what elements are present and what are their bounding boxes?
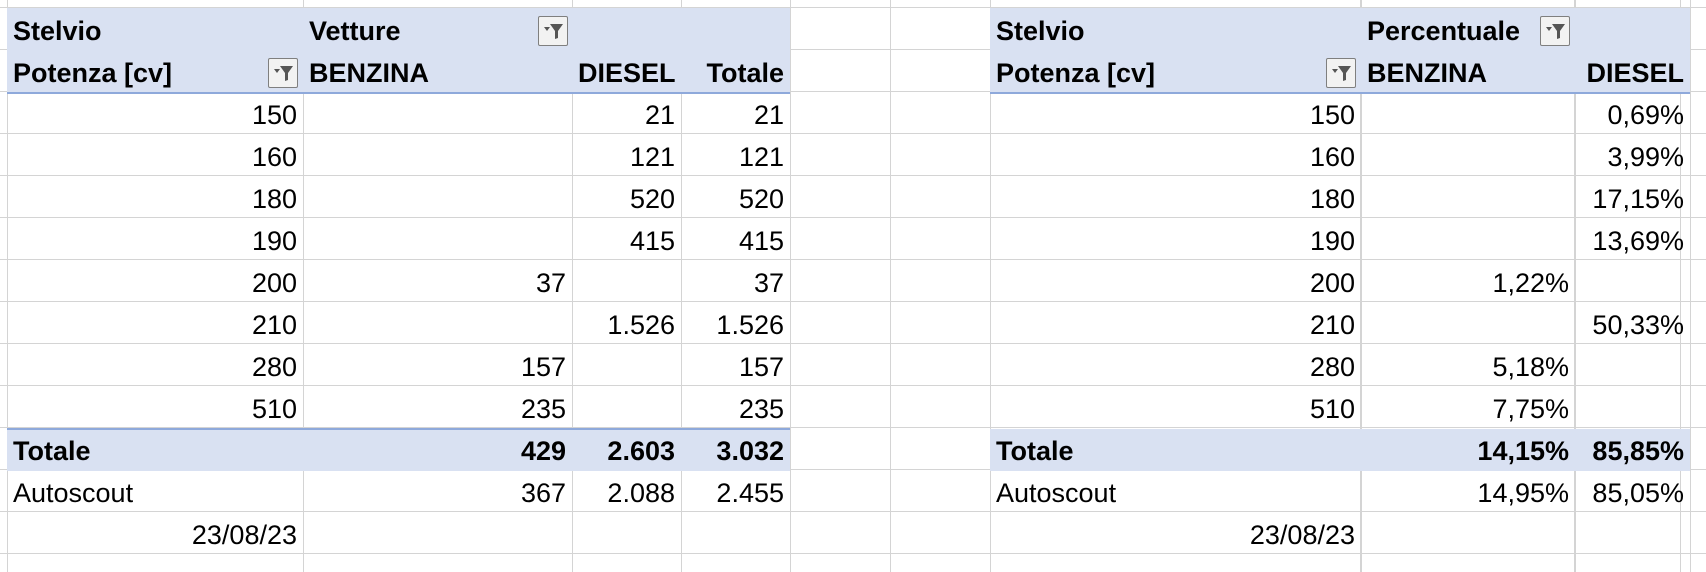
left-row-totale-cell[interactable]: 235	[681, 388, 790, 430]
right-row-label-cell[interactable]: 160	[990, 136, 1361, 178]
right-pivot-title[interactable]: Stelvio	[990, 10, 1361, 52]
left-row-label-cell[interactable]: 190	[7, 220, 303, 262]
left-autoscout-diesel[interactable]: 2.088	[572, 472, 681, 514]
left-row-benzina-cell[interactable]	[303, 136, 572, 178]
right-row-benzina-cell[interactable]: 5,18%	[1361, 346, 1575, 388]
right-row-diesel-cell[interactable]: 17,15%	[1575, 178, 1690, 220]
right-row-diesel-cell[interactable]	[1575, 262, 1690, 304]
right-row-diesel-cell[interactable]: 50,33%	[1575, 304, 1690, 346]
filter-dropdown-icon[interactable]	[538, 16, 568, 46]
right-col-diesel-header[interactable]: DIESEL	[1575, 52, 1690, 94]
left-row-field-header[interactable]: Potenza [cv]	[7, 52, 303, 94]
left-row-benzina-cell[interactable]	[303, 220, 572, 262]
left-row-label-cell[interactable]: 210	[7, 304, 303, 346]
left-row-totale-cell[interactable]: 121	[681, 136, 790, 178]
left-total-diesel[interactable]: 2.603	[572, 430, 681, 472]
right-row-label-cell[interactable]: 190	[990, 220, 1361, 262]
right-row-benzina-cell[interactable]	[1361, 304, 1575, 346]
right-row-label-cell[interactable]: 280	[990, 346, 1361, 388]
left-autoscout-label[interactable]: Autoscout	[7, 472, 303, 514]
left-row-benzina-cell[interactable]: 37	[303, 262, 572, 304]
left-row-benzina-cell[interactable]: 157	[303, 346, 572, 388]
right-date-cell[interactable]: 23/08/23	[990, 514, 1361, 556]
left-row-totale-cell[interactable]: 520	[681, 178, 790, 220]
left-pivot-values-header[interactable]: Vetture	[303, 10, 563, 52]
left-row-diesel-cell[interactable]	[572, 346, 681, 388]
left-autoscout-benzina[interactable]: 367	[303, 472, 572, 514]
right-row-diesel-cell[interactable]: 0,69%	[1575, 94, 1690, 136]
right-row-diesel-cell[interactable]: 3,99%	[1575, 136, 1690, 178]
right-total-diesel[interactable]: 85,85%	[1575, 430, 1690, 472]
left-row-label-cell[interactable]: 280	[7, 346, 303, 388]
left-row-totale-cell[interactable]: 157	[681, 346, 790, 388]
right-row-benzina-cell[interactable]	[1361, 136, 1575, 178]
left-row-diesel-cell[interactable]: 121	[572, 136, 681, 178]
right-row-label-cell[interactable]: 150	[990, 94, 1361, 136]
right-row-label-cell[interactable]: 200	[990, 262, 1361, 304]
left-row-diesel-cell[interactable]: 1.526	[572, 304, 681, 346]
left-row-totale-cell[interactable]: 415	[681, 220, 790, 262]
left-row-label-cell[interactable]: 160	[7, 136, 303, 178]
right-autoscout-diesel[interactable]: 85,05%	[1575, 472, 1690, 514]
left-row-benzina-cell[interactable]: 235	[303, 388, 572, 430]
right-total-label[interactable]: Totale	[990, 430, 1361, 472]
left-row-benzina-cell[interactable]	[303, 304, 572, 346]
right-autoscout-label[interactable]: Autoscout	[990, 472, 1361, 514]
right-row-benzina-cell[interactable]	[1361, 178, 1575, 220]
right-row-benzina-cell[interactable]: 1,22%	[1361, 262, 1575, 304]
right-row-field-header[interactable]: Potenza [cv]	[990, 52, 1361, 94]
left-row-label-cell[interactable]: 510	[7, 388, 303, 430]
left-pivot-title[interactable]: Stelvio	[7, 10, 303, 52]
left-total-totale[interactable]: 3.032	[681, 430, 790, 472]
right-row-diesel-cell[interactable]: 13,69%	[1575, 220, 1690, 262]
left-row-benzina-cell[interactable]	[303, 178, 572, 220]
right-row-benzina-cell[interactable]	[1361, 94, 1575, 136]
left-row-diesel-cell[interactable]: 520	[572, 178, 681, 220]
left-row-benzina-cell[interactable]	[303, 94, 572, 136]
left-total-label[interactable]: Totale	[7, 430, 303, 472]
right-row-benzina-cell[interactable]: 7,75%	[1361, 388, 1575, 430]
left-row-totale-cell[interactable]: 1.526	[681, 304, 790, 346]
left-col-benzina-header[interactable]: BENZINA	[303, 52, 572, 94]
left-col-diesel-header[interactable]: DIESEL	[572, 52, 681, 94]
left-row-label-cell[interactable]: 150	[7, 94, 303, 136]
left-row-diesel-cell[interactable]: 415	[572, 220, 681, 262]
left-row-label-cell[interactable]: 180	[7, 178, 303, 220]
right-row-benzina-cell[interactable]	[1361, 220, 1575, 262]
left-date-cell[interactable]: 23/08/23	[7, 514, 303, 556]
left-row-diesel-cell[interactable]	[572, 262, 681, 304]
left-row-diesel-cell[interactable]	[572, 388, 681, 430]
filter-dropdown-icon[interactable]	[268, 58, 298, 88]
filter-dropdown-icon[interactable]	[1326, 58, 1356, 88]
spreadsheet-grid[interactable]: Stelvio Vetture Potenza [cv] BENZINA DIE…	[0, 0, 1706, 572]
right-autoscout-benzina[interactable]: 14,95%	[1361, 472, 1575, 514]
right-row-diesel-cell[interactable]	[1575, 388, 1690, 430]
left-row-label-cell[interactable]: 200	[7, 262, 303, 304]
right-total-benzina[interactable]: 14,15%	[1361, 430, 1575, 472]
left-row-totale-cell[interactable]: 37	[681, 262, 790, 304]
left-autoscout-totale[interactable]: 2.455	[681, 472, 790, 514]
left-col-totale-header[interactable]: Totale	[681, 52, 790, 94]
right-pivot-values-header[interactable]: Percentuale	[1361, 10, 1541, 52]
right-row-diesel-cell[interactable]	[1575, 346, 1690, 388]
right-row-label-cell[interactable]: 210	[990, 304, 1361, 346]
right-row-label-cell[interactable]: 510	[990, 388, 1361, 430]
left-row-totale-cell[interactable]: 21	[681, 94, 790, 136]
right-row-label-cell[interactable]: 180	[990, 178, 1361, 220]
filter-dropdown-icon[interactable]	[1540, 16, 1570, 46]
left-row-diesel-cell[interactable]: 21	[572, 94, 681, 136]
left-total-benzina[interactable]: 429	[303, 430, 572, 472]
right-col-benzina-header[interactable]: BENZINA	[1361, 52, 1575, 94]
